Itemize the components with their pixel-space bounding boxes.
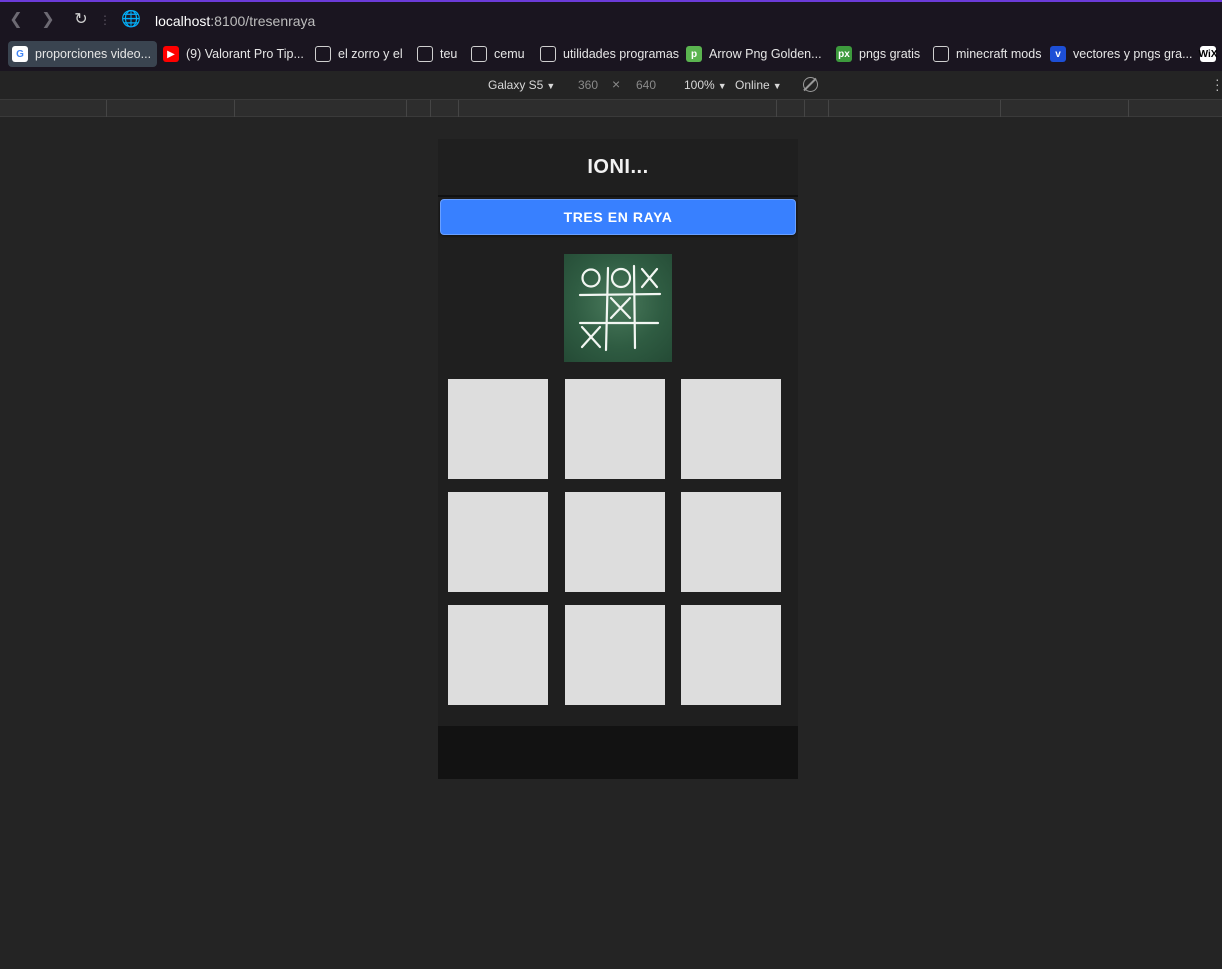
wix-icon: WiX — [1199, 46, 1217, 62]
youtube-icon: ▶ — [163, 46, 179, 62]
board-cell[interactable] — [448, 492, 548, 592]
board-cell[interactable] — [565, 605, 665, 705]
rotate-disabled-icon[interactable] — [803, 77, 818, 92]
bookmark-item[interactable]: v vectores y pngs gra... — [1050, 41, 1193, 67]
ruler-tick — [406, 100, 407, 117]
board-cell[interactable] — [565, 492, 665, 592]
separator-icon: ⋮ — [99, 13, 111, 27]
caret-down-icon: ▼ — [772, 81, 782, 91]
address-bar: ❮ ❯ ↻ ⋮ 🌐 localhost:8100/tresenraya — [0, 2, 1222, 39]
header-divider — [438, 195, 798, 197]
folder-icon — [933, 46, 949, 62]
media-query-ruler — [0, 100, 1222, 117]
bookmark-item[interactable]: ▶ (9) Valorant Pro Tip... — [163, 41, 304, 67]
device-frame: IONI... TRES EN RAYA — [438, 139, 798, 779]
back-icon[interactable]: ❮ — [7, 11, 25, 29]
device-height-input[interactable]: 640 — [636, 78, 656, 92]
ruler-tick — [828, 100, 829, 117]
bookmark-item[interactable]: WiX — [1199, 41, 1222, 67]
folder-icon — [471, 46, 487, 62]
bookmark-folder[interactable]: utilidades programas — [540, 41, 679, 67]
bookmark-folder[interactable]: cemu — [471, 41, 525, 67]
more-options-icon[interactable]: · · · — [1215, 72, 1220, 96]
ruler-tick — [430, 100, 431, 117]
google-icon: G — [12, 46, 28, 62]
bookmark-item[interactable]: px pngs gratis — [836, 41, 920, 67]
tic-tac-toe-logo-image — [564, 254, 672, 362]
pngtree-icon: p — [686, 46, 702, 62]
folder-icon — [540, 46, 556, 62]
caret-down-icon: ▼ — [717, 81, 727, 91]
folder-icon — [417, 46, 433, 62]
ruler-tick — [1128, 100, 1129, 117]
board-cell[interactable] — [681, 605, 781, 705]
vecteezy-icon: v — [1050, 46, 1066, 62]
url-field[interactable]: localhost:8100/tresenraya — [155, 13, 315, 29]
board-cell[interactable] — [681, 492, 781, 592]
ruler-tick — [1000, 100, 1001, 117]
app-footer — [438, 726, 798, 779]
ruler-tick — [234, 100, 235, 117]
bookmarks-bar: Gproporciones video... ▶ (9) Valorant Pro… — [0, 39, 1222, 71]
folder-icon — [315, 46, 331, 62]
ruler-tick — [458, 100, 459, 117]
caret-down-icon: ▼ — [546, 81, 556, 91]
dimension-times-icon: × — [612, 76, 621, 92]
board-cell[interactable] — [681, 379, 781, 479]
bookmark-item[interactable]: p Arrow Png Golden... — [686, 41, 822, 67]
zoom-select[interactable]: 100% ▼ — [684, 78, 727, 92]
reload-icon[interactable]: ↻ — [72, 11, 90, 29]
app-header: IONI... — [438, 139, 798, 195]
ruler-tick — [106, 100, 107, 117]
board-cell[interactable] — [448, 605, 548, 705]
device-toolbar: Galaxy S5 ▼ 360 × 640 100% ▼ Online ▼ — [0, 71, 1222, 100]
board-cell[interactable] — [565, 379, 665, 479]
bookmark-folder[interactable]: minecraft mods — [933, 41, 1041, 67]
tres-en-raya-button[interactable]: TRES EN RAYA — [440, 199, 796, 235]
ruler-tick — [776, 100, 777, 117]
globe-icon[interactable]: 🌐 — [121, 11, 141, 29]
tic-tac-toe-chalk-icon — [578, 264, 662, 352]
board-cell[interactable] — [448, 379, 548, 479]
bookmark-folder[interactable]: el zorro y el — [315, 41, 403, 67]
bookmark-folder[interactable]: teu — [417, 41, 457, 67]
pixabay-icon: px — [836, 46, 852, 62]
forward-icon[interactable]: ❯ — [39, 11, 57, 29]
device-select[interactable]: Galaxy S5 ▼ — [488, 78, 555, 92]
bookmark-item[interactable]: Gproporciones video... — [8, 41, 158, 67]
app-title: IONI... — [587, 155, 649, 178]
ruler-tick — [804, 100, 805, 117]
device-width-input[interactable]: 360 — [578, 78, 598, 92]
network-select[interactable]: Online ▼ — [735, 78, 782, 92]
